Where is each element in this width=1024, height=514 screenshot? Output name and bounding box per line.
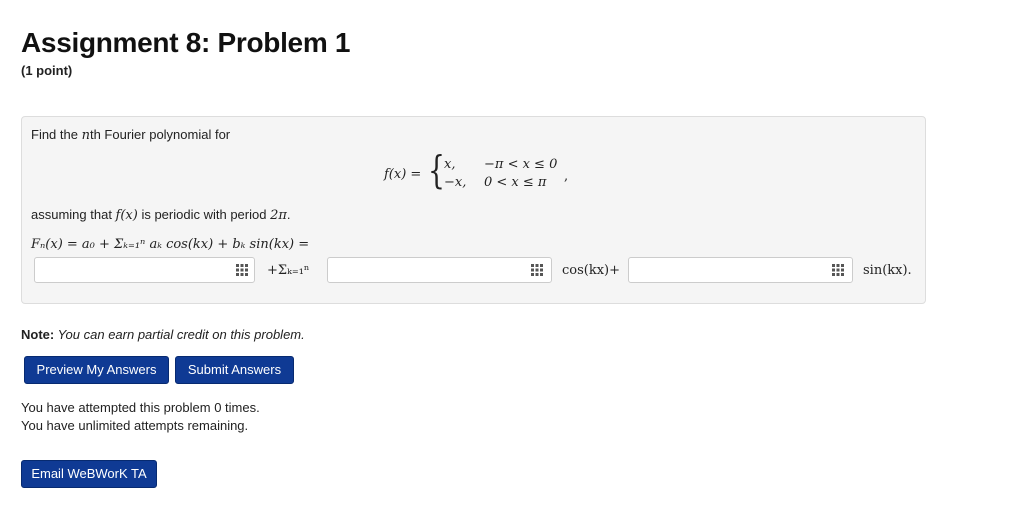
piecewise-row1-expr: x,: [444, 157, 456, 172]
attempts-count: You have attempted this problem 0 times.: [21, 400, 260, 415]
piecewise-row1-cond: −π < x ≤ 0: [484, 157, 558, 172]
email-ta-button[interactable]: Email WeBWorK TA: [21, 460, 157, 488]
sin-label: sin(kx).: [863, 263, 912, 278]
sum-label: +Σₖ₌₁ⁿ: [267, 263, 310, 278]
points-label: (1 point): [21, 63, 73, 78]
assuming-period: 2π: [270, 208, 287, 223]
piecewise-comma: ,: [564, 169, 569, 184]
assuming-mid: is periodic with period: [137, 207, 271, 222]
grid-icon[interactable]: [831, 263, 845, 277]
prompt-text-post: th Fourier polynomial for: [89, 127, 231, 142]
problem-prompt: Find the nth Fourier polynomial for: [31, 127, 230, 143]
submit-answers-button[interactable]: Submit Answers: [175, 356, 294, 384]
preview-answers-button[interactable]: Preview My Answers: [24, 356, 169, 384]
prompt-n: n: [81, 128, 90, 143]
piecewise-row2-cond: 0 < x ≤ π: [484, 175, 547, 190]
assuming-fx: f(x): [115, 208, 138, 223]
cos-label: cos(kx)+: [562, 263, 621, 278]
assuming-end: .: [286, 207, 291, 222]
grid-icon[interactable]: [235, 263, 249, 277]
prompt-text-pre: Find the: [31, 127, 82, 142]
page-title: Assignment 8: Problem 1: [21, 27, 351, 58]
attempts-remaining: You have unlimited attempts remaining.: [21, 418, 249, 433]
left-brace: {: [428, 148, 445, 192]
fourier-formula: Fₙ(x) = a₀ + Σₖ₌₁ⁿ aₖ cos(kx) + bₖ sin(k…: [31, 237, 310, 252]
note-text: You can earn partial credit on this prob…: [54, 327, 305, 342]
piecewise-row2-expr: −x,: [444, 175, 467, 190]
assumption-text: assuming that f(x) is periodic with peri…: [31, 207, 291, 223]
grid-icon[interactable]: [530, 263, 544, 277]
note-label: Note:: [21, 327, 55, 342]
answer-bk-input[interactable]: [628, 257, 853, 283]
partial-credit-note: Note: You can earn partial credit on thi…: [21, 327, 305, 342]
piecewise-lhs: f(x) =: [384, 167, 422, 182]
answer-ak-input[interactable]: [327, 257, 552, 283]
answer-a0-input[interactable]: [34, 257, 255, 283]
assuming-pre: assuming that: [31, 207, 116, 222]
problem-box: Find the nth Fourier polynomial for f(x)…: [21, 116, 926, 304]
